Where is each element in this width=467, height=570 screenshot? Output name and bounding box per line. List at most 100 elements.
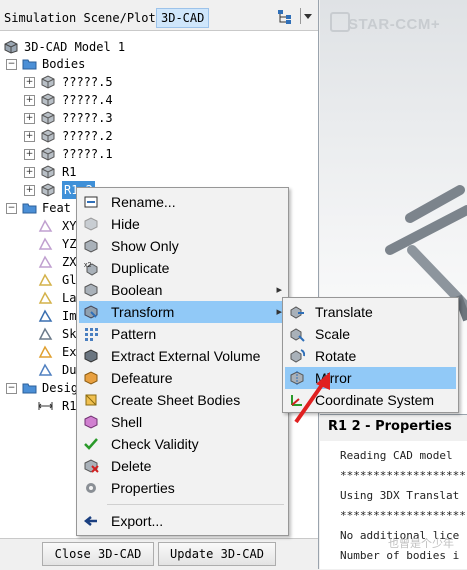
context-menu: Rename... Hide Show Only x2 Duplicate Boolean… [76,187,289,536]
bottom-button-bar: Close 3D-CAD Update 3D-CAD [0,538,318,570]
menu-item-pattern[interactable]: Pattern [79,323,286,345]
expand-icon[interactable]: + [24,77,35,88]
menu-item-label: Hide [111,216,140,232]
body-icon [41,93,55,107]
rotate-icon [290,349,305,363]
tab-simulation-scene-plot[interactable]: Simulation Scene/Plot [4,9,156,27]
delete-icon [84,459,99,473]
expand-icon[interactable]: + [24,185,35,196]
menu-item-defeature[interactable]: Defeature [79,367,286,389]
menu-item-label: Rename... [111,194,176,210]
tree-feature-label: Ex [62,345,77,359]
rename-icon [84,196,98,208]
folder-icon [22,59,37,70]
menu-item-hide[interactable]: Hide [79,213,286,235]
expand-icon[interactable]: + [24,149,35,160]
expand-icon[interactable]: + [24,131,35,142]
tree-view-icon[interactable] [277,9,293,25]
menu-item-label: Transform [111,304,175,320]
update-3d-cad-button[interactable]: Update 3D-CAD [158,542,276,566]
menu-item-check-validity[interactable]: Check Validity [79,433,286,455]
expand-icon[interactable]: + [24,167,35,178]
properties-header: R1 2 - Properties [320,414,467,442]
gear-icon [86,483,96,493]
collapse-icon[interactable]: − [6,59,17,70]
transform-icon [84,305,98,319]
shell-icon [84,415,98,429]
tree-body-label: ?????.5 [62,75,113,89]
tree-root-label: 3D-CAD Model 1 [24,40,126,54]
menu-item-label: Boolean [111,282,163,298]
expand-icon[interactable]: + [24,113,35,124]
tree-item-label: R1 [62,399,77,413]
chevron-down-icon[interactable] [300,8,315,24]
body-icon [41,75,55,89]
translate-icon [290,306,304,319]
menu-item-label: Duplicate [111,260,170,276]
tree-feature-label: Sk [62,327,77,341]
sheet-bodies-icon [85,394,97,406]
cad-model-icon [4,40,18,54]
tree-body-label: R1 [62,165,77,179]
menu-item-delete[interactable]: Delete [79,455,286,477]
menu-item-label: Delete [111,458,152,474]
close-3d-cad-button[interactable]: Close 3D-CAD [42,542,154,566]
dimension-icon [38,402,53,410]
submenu-item-rotate[interactable]: Rotate [285,345,456,367]
show-only-icon [84,239,98,253]
extract-volume-icon [84,349,98,363]
tree-feature-label: Gl [62,273,77,287]
tree-body-label: ?????.3 [62,111,113,125]
feature-icon [38,255,53,268]
menu-item-label: Properties [111,480,175,496]
right-panel: STAR-CCM+ R1 2 - Properties Reading CAD … [320,0,467,569]
submenu-item-scale[interactable]: Scale [285,323,456,345]
log-line: Using 3DX Translat [340,489,460,502]
feature-icon [38,237,53,250]
submenu-item-label: Scale [315,326,351,342]
tab-3d-cad[interactable]: 3D-CAD [156,8,210,28]
tree-feature-label: La [62,291,77,305]
menu-item-create-sheet-bodies[interactable]: Create Sheet Bodies [79,389,286,411]
export-icon [83,516,97,526]
tree-feature-label: YZ [62,237,77,251]
menu-item-properties[interactable]: Properties [79,477,286,499]
menu-item-transform[interactable]: Transform ▸ [79,301,286,323]
submenu-item-translate[interactable]: Translate [285,301,456,323]
collapse-icon[interactable]: − [6,383,17,394]
menu-item-show-only[interactable]: Show Only [79,235,286,257]
menu-item-label: Create Sheet Bodies [111,392,241,408]
log-line: ******************* [340,509,466,522]
properties-title: R1 2 - Properties [328,419,452,434]
menu-item-extract-external-volume[interactable]: Extract External Volume [79,345,286,367]
folder-icon [22,383,37,394]
submenu-item-label: Rotate [315,348,357,364]
menu-item-shell[interactable]: Shell [79,411,286,433]
folder-label: Feat [42,201,71,215]
tree-body-label: ?????.1 [62,147,113,161]
body-icon [41,147,55,161]
menu-item-rename[interactable]: Rename... [79,191,286,213]
defeature-icon [84,371,98,385]
watermark-text: 也曾是个少年 [388,537,454,550]
tree-body-label: ?????.4 [62,93,113,107]
check-icon [84,438,98,450]
body-icon [41,129,55,143]
collapse-icon[interactable]: − [6,203,17,214]
folder-label: Desig [42,381,79,395]
tab-bar: Simulation Scene/Plot 3D-CAD [0,0,318,31]
tree-feature-label: ZX [62,255,77,269]
svg-text:x2: x2 [84,262,92,269]
expand-icon[interactable]: + [24,95,35,106]
annotation-arrow-icon [294,372,330,424]
menu-item-export[interactable]: Export... [79,510,286,532]
pattern-icon [85,328,98,341]
menu-item-label: Show Only [111,238,179,254]
menu-item-duplicate[interactable]: x2 Duplicate [79,257,286,279]
menu-item-label: Extract External Volume [111,348,261,364]
menu-item-label: Shell [111,414,143,430]
feature-icon [38,363,53,376]
feature-icon [38,309,53,322]
scale-icon [290,328,305,342]
menu-item-boolean[interactable]: Boolean ▸ [79,279,286,301]
